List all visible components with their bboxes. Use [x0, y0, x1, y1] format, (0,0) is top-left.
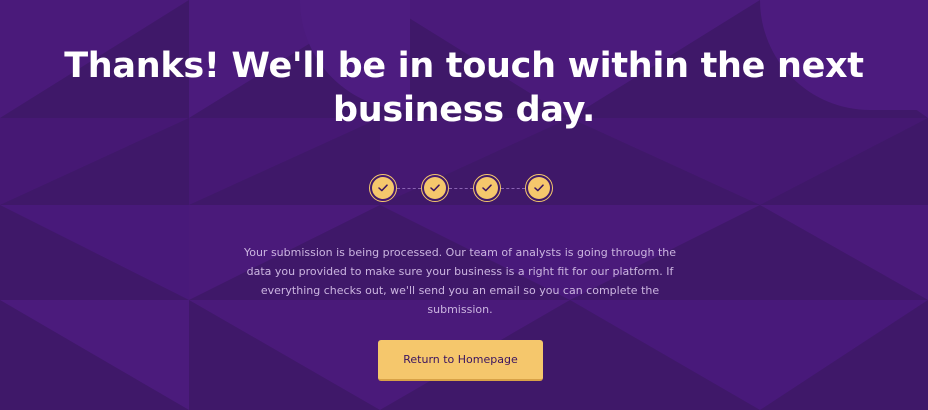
return-to-homepage-button[interactable]: Return to Homepage — [378, 340, 543, 381]
step-1 — [369, 174, 397, 202]
check-icon — [534, 184, 544, 192]
check-icon — [430, 184, 440, 192]
page-title: Thanks! We'll be in touch within the nex… — [64, 46, 864, 130]
step-connector — [449, 187, 473, 189]
confirmation-message: Your submission is being processed. Our … — [243, 246, 677, 316]
step-connector — [397, 187, 421, 189]
step-connector — [501, 187, 525, 189]
step-3 — [473, 174, 501, 202]
check-icon — [378, 184, 388, 192]
progress-steps — [369, 174, 553, 202]
step-4 — [525, 174, 553, 202]
confirmation-panel: Thanks! We'll be in touch within the nex… — [0, 0, 928, 410]
step-2 — [421, 174, 449, 202]
check-icon — [482, 184, 492, 192]
